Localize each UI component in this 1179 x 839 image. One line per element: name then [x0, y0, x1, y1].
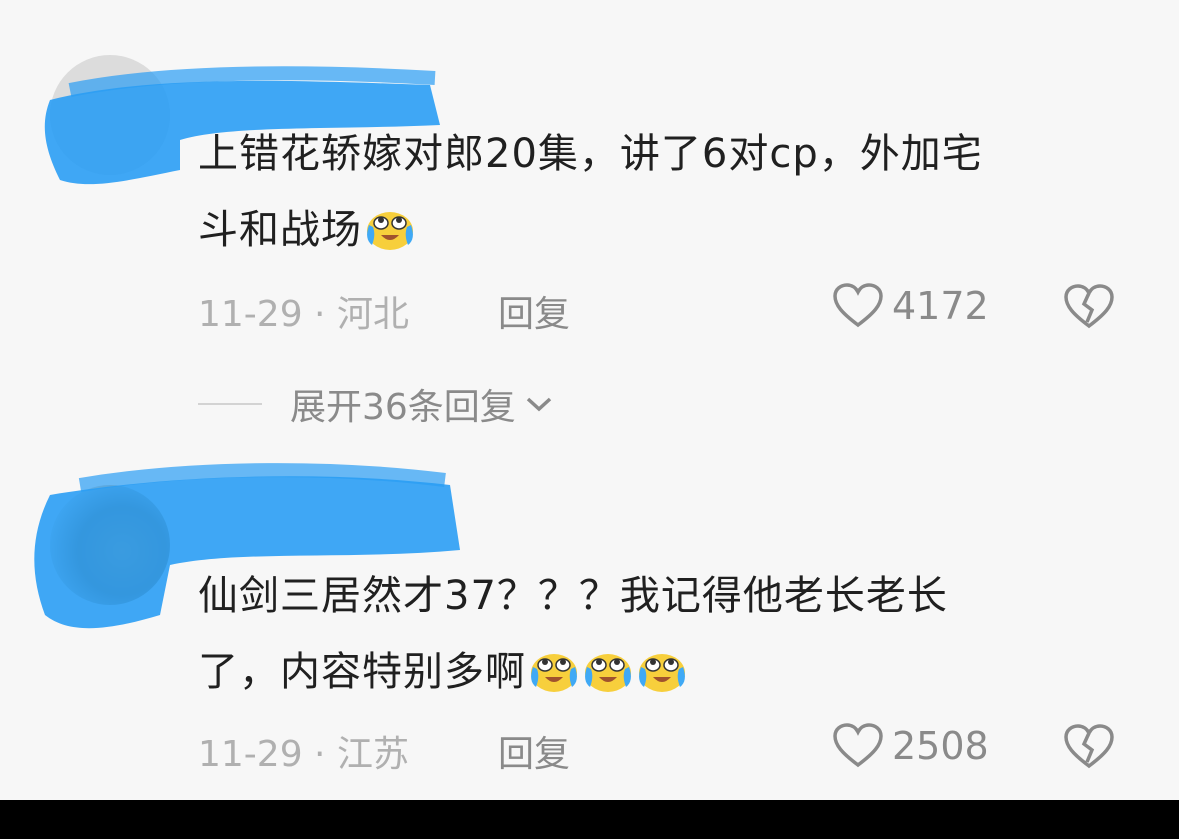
- comment-text-line: 了，内容特别多啊: [198, 634, 1128, 710]
- like-button[interactable]: 4172: [832, 283, 989, 329]
- divider-line: [198, 403, 262, 405]
- comment-text-line: 斗和战场: [198, 192, 1128, 268]
- chevron-down-icon: [526, 397, 551, 412]
- comment-text: 上错花轿嫁对郎20集，讲了6对cp，外加宅 斗和战场: [198, 116, 1128, 268]
- comment-item: 上错花轿嫁对郎20集，讲了6对cp，外加宅 斗和战场 11-29 · 河北 回复…: [0, 0, 1179, 428]
- expand-replies-button[interactable]: 展开36条回复: [198, 378, 556, 430]
- comment-meta: 11-29 · 江苏: [198, 734, 409, 775]
- broken-heart-icon[interactable]: [1062, 284, 1116, 330]
- comment-text-line: 上错花轿嫁对郎20集，讲了6对cp，外加宅: [198, 131, 983, 177]
- crying-laughing-emoji: [367, 212, 413, 250]
- like-count: 2508: [892, 724, 989, 768]
- bottom-black-bar: [0, 800, 1179, 839]
- comment-meta: 11-29 · 河北: [198, 294, 409, 335]
- comment-sheet: 上错花轿嫁对郎20集，讲了6对cp，外加宅 斗和战场 11-29 · 河北 回复…: [0, 0, 1179, 800]
- broken-heart-icon[interactable]: [1062, 724, 1116, 770]
- reply-button[interactable]: 回复: [498, 285, 570, 337]
- heart-icon: [833, 283, 883, 328]
- like-count: 4172: [892, 284, 989, 328]
- comment-text-line: 仙剑三居然才37？？？我记得他老长老长: [198, 573, 948, 619]
- heart-icon: [833, 723, 883, 768]
- crying-laughing-emoji: [585, 654, 631, 692]
- expand-replies-label: 展开36条回复: [290, 387, 516, 428]
- crying-laughing-emoji: [531, 654, 577, 692]
- like-button[interactable]: 2508: [832, 723, 989, 769]
- comment-item: 仙剑三居然才37？？？我记得他老长老长 了，内容特别多啊 11-29 · 江苏 …: [0, 455, 1179, 800]
- crying-laughing-emoji: [639, 654, 685, 692]
- comment-text: 仙剑三居然才37？？？我记得他老长老长 了，内容特别多啊: [198, 558, 1128, 710]
- reply-button[interactable]: 回复: [498, 725, 570, 777]
